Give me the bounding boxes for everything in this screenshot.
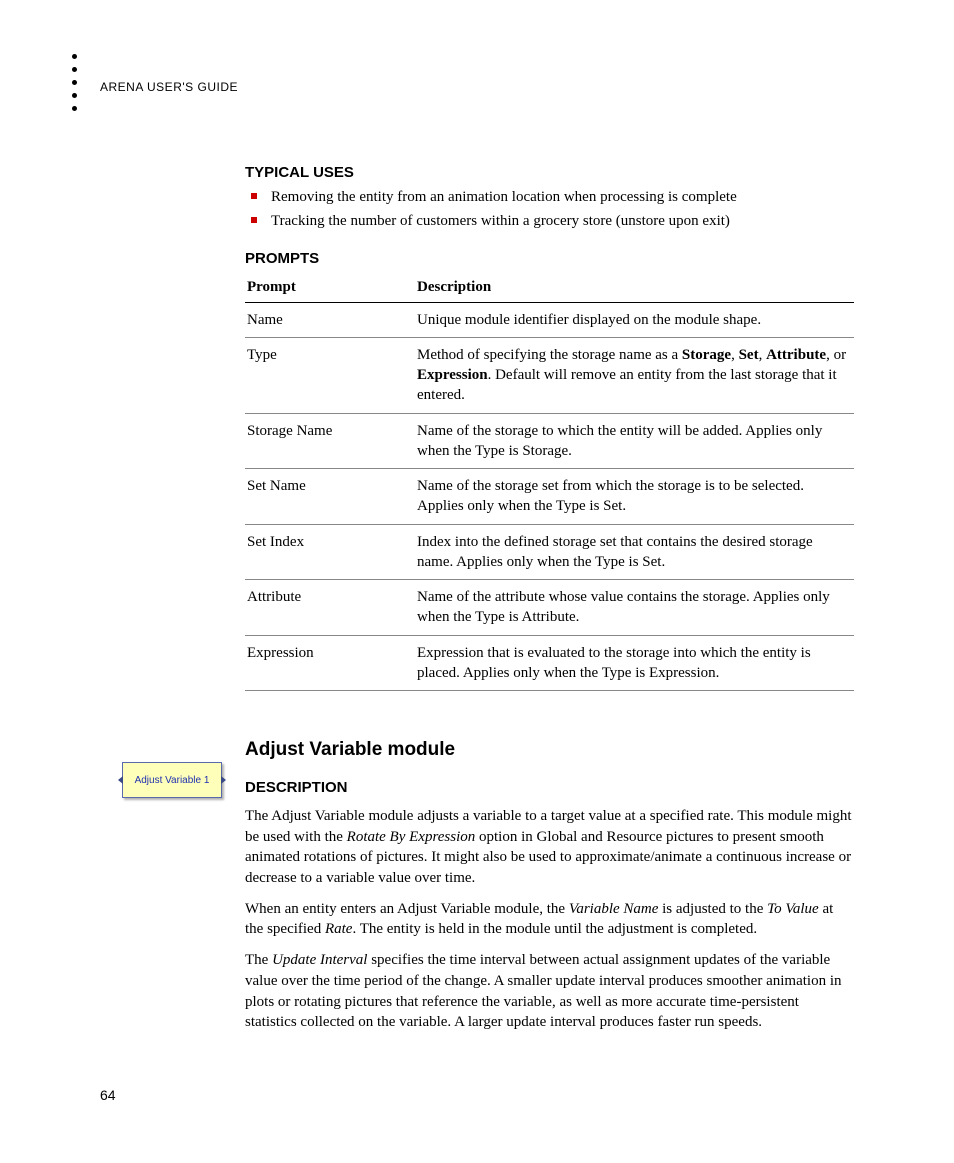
prompt-cell: Storage Name <box>245 413 415 469</box>
desc-cell: Unique module identifier displayed on th… <box>415 302 854 337</box>
binding-dots <box>72 46 77 119</box>
prompts-table: Prompt Description Name Unique module id… <box>245 273 854 692</box>
table-row: Set Name Name of the storage set from wh… <box>245 469 854 525</box>
desc-cell: Name of the attribute whose value contai… <box>415 580 854 636</box>
description-heading: DESCRIPTION <box>245 779 854 796</box>
running-head: ARENA USER'S GUIDE <box>100 80 854 94</box>
module-title: Adjust Variable module <box>245 739 854 761</box>
typical-uses-heading: TYPICAL USES <box>245 164 854 181</box>
col-prompt: Prompt <box>245 273 415 303</box>
description-paragraph-3: The Update Interval specifies the time i… <box>245 950 854 1033</box>
desc-cell: Name of the storage to which the entity … <box>415 413 854 469</box>
prompt-cell: Set Index <box>245 524 415 580</box>
table-row: Attribute Name of the attribute whose va… <box>245 580 854 636</box>
col-description: Description <box>415 273 854 303</box>
desc-cell: Method of specifying the storage name as… <box>415 337 854 413</box>
adjust-variable-module-icon: Adjust Variable 1 <box>122 762 222 798</box>
list-item: Tracking the number of customers within … <box>245 211 854 231</box>
table-row: Type Method of specifying the storage na… <box>245 337 854 413</box>
desc-cell: Index into the defined storage set that … <box>415 524 854 580</box>
prompt-cell: Expression <box>245 635 415 691</box>
prompt-cell: Type <box>245 337 415 413</box>
prompt-cell: Set Name <box>245 469 415 525</box>
content-column: TYPICAL USES Removing the entity from an… <box>245 164 854 1033</box>
table-row: Name Unique module identifier displayed … <box>245 302 854 337</box>
prompt-cell: Attribute <box>245 580 415 636</box>
desc-cell: Name of the storage set from which the s… <box>415 469 854 525</box>
description-paragraph-2: When an entity enters an Adjust Variable… <box>245 899 854 940</box>
connector-right-icon <box>221 776 226 784</box>
table-row: Set Index Index into the defined storage… <box>245 524 854 580</box>
prompt-cell: Name <box>245 302 415 337</box>
table-row: Expression Expression that is evaluated … <box>245 635 854 691</box>
desc-cell: Expression that is evaluated to the stor… <box>415 635 854 691</box>
page: ARENA USER'S GUIDE TYPICAL USES Removing… <box>0 0 954 1163</box>
typical-uses-list: Removing the entity from an animation lo… <box>245 187 854 232</box>
connector-left-icon <box>118 776 123 784</box>
module-icon-label: Adjust Variable 1 <box>135 775 210 786</box>
description-paragraph-1: The Adjust Variable module adjusts a var… <box>245 806 854 889</box>
page-number: 64 <box>100 1087 116 1103</box>
running-head-text: ARENA USER'S GUIDE <box>100 80 238 94</box>
list-item: Removing the entity from an animation lo… <box>245 187 854 207</box>
prompts-heading: PROMPTS <box>245 250 854 267</box>
table-row: Storage Name Name of the storage to whic… <box>245 413 854 469</box>
